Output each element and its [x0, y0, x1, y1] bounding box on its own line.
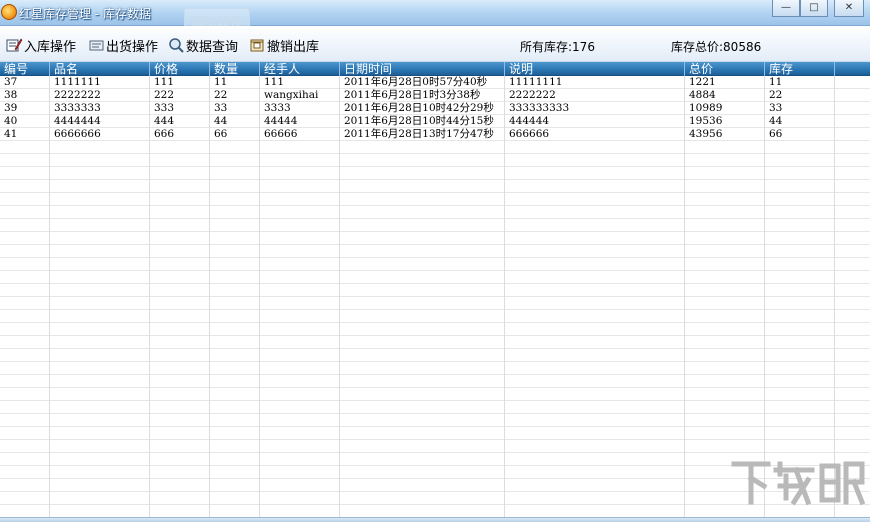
cell-id: 39: [4, 102, 18, 114]
cell-price: 444: [154, 115, 175, 127]
stock-in-icon: [6, 37, 23, 53]
app-logo-icon: [1, 4, 17, 20]
status-strip: [0, 517, 870, 522]
column-header-quantity[interactable]: 数量: [210, 62, 260, 76]
minimize-button[interactable]: —: [772, 0, 800, 17]
cell-handler: 66666: [264, 128, 298, 140]
cell-total-price: 1221: [689, 76, 716, 88]
cell-id: 38: [4, 89, 18, 101]
table-row[interactable]: 37 1111111 111 11 111 2011年6月28日0时57分40秒 11111…: [0, 76, 870, 89]
column-header-stock[interactable]: 库存: [765, 62, 835, 76]
restore-button[interactable]: □: [800, 0, 828, 17]
data-query-button[interactable]: 数据查询: [168, 35, 238, 55]
cell-quantity: 66: [214, 128, 228, 140]
undo-outbound-icon: [249, 37, 266, 53]
cell-handler: 44444: [264, 115, 298, 127]
column-header-id[interactable]: 编号: [0, 62, 50, 76]
cell-quantity: 33: [214, 102, 228, 114]
data-query-label: 数据查询: [186, 39, 239, 55]
toolbar: 入库操作 出货操作 数据查询 撤销出库 所有库存:176 库存总价:80586: [0, 26, 870, 62]
cell-id: 40: [4, 115, 18, 127]
cell-description: 333333333: [509, 102, 570, 114]
cell-total-price: 19536: [689, 115, 723, 127]
ship-out-icon: [88, 37, 105, 53]
table-row[interactable]: 41 6666666 666 66 66666 2011年6月28日13时17分47秒 66…: [0, 128, 870, 141]
cell-stock: 66: [769, 128, 783, 140]
cell-description: 666666: [509, 128, 550, 140]
cell-handler: 3333: [264, 102, 291, 114]
cell-product-name: 3333333: [54, 102, 101, 114]
cell-stock: 11: [769, 76, 783, 88]
cell-product-name: 1111111: [54, 76, 101, 88]
stock-in-button[interactable]: 入库操作: [6, 35, 76, 55]
cell-total-price: 4884: [689, 89, 716, 101]
cell-price: 222: [154, 89, 175, 101]
cell-datetime: 2011年6月28日10时42分29秒: [344, 102, 494, 114]
cell-total-price: 10989: [689, 102, 723, 114]
cell-price: 666: [154, 128, 175, 140]
column-header-total-price[interactable]: 总价: [685, 62, 765, 76]
ship-out-label: 出货操作: [106, 39, 159, 55]
inventory-grid[interactable]: 编号 品名 价格 数量 经手人 日期时间 说明 总价 库存 37 1111111 1…: [0, 62, 870, 517]
undo-outbound-button[interactable]: 撤销出库: [249, 35, 319, 55]
ship-out-button[interactable]: 出货操作: [88, 35, 158, 55]
cell-stock: 44: [769, 115, 783, 127]
window-title: 红星库存管理 - 库存数据: [19, 7, 151, 21]
cell-description: 2222222: [509, 89, 556, 101]
cell-description: 11111111: [509, 76, 563, 88]
total-value-text: 库存总价:80586: [671, 40, 762, 54]
total-stock-text: 所有库存:176: [520, 40, 595, 54]
title-bar: 红星库存管理 - 库存数据 添加软件 — □ ✕: [0, 0, 870, 31]
cell-id: 41: [4, 128, 18, 140]
cell-product-name: 4444444: [54, 115, 101, 127]
cell-id: 37: [4, 76, 18, 88]
column-header-price[interactable]: 价格: [150, 62, 210, 76]
undo-outbound-label: 撤销出库: [267, 39, 320, 55]
table-row[interactable]: 38 2222222 222 22 wangxihai 2011年6月28日1时3分38秒…: [0, 89, 870, 102]
cell-product-name: 6666666: [54, 128, 101, 140]
cell-datetime: 2011年6月28日1时3分38秒: [344, 89, 481, 101]
table-row[interactable]: 39 3333333 333 33 3333 2011年6月28日10时42分29秒 333…: [0, 102, 870, 115]
stock-in-label: 入库操作: [24, 39, 77, 55]
cell-price: 111: [154, 76, 175, 88]
cell-quantity: 44: [214, 115, 228, 127]
cell-quantity: 22: [214, 89, 228, 101]
cell-datetime: 2011年6月28日0时57分40秒: [344, 76, 488, 88]
table-row[interactable]: 40 4444444 444 44 44444 2011年6月28日10时44分15秒 44…: [0, 115, 870, 128]
cell-handler: 111: [264, 76, 285, 88]
table-header: 编号 品名 价格 数量 经手人 日期时间 说明 总价 库存: [0, 62, 870, 76]
cell-product-name: 2222222: [54, 89, 101, 101]
cell-handler: wangxihai: [264, 89, 319, 101]
column-header-datetime[interactable]: 日期时间: [340, 62, 505, 76]
search-icon: [168, 37, 185, 53]
cell-datetime: 2011年6月28日10时44分15秒: [344, 115, 494, 127]
close-button[interactable]: ✕: [834, 0, 864, 17]
column-header-handler[interactable]: 经手人: [260, 62, 340, 76]
column-header-filler: [835, 62, 870, 76]
column-header-product-name[interactable]: 品名: [50, 62, 150, 76]
cell-stock: 22: [769, 89, 783, 101]
cell-description: 444444: [509, 115, 550, 127]
column-header-description[interactable]: 说明: [505, 62, 685, 76]
cell-stock: 33: [769, 102, 783, 114]
cell-datetime: 2011年6月28日13时17分47秒: [344, 128, 494, 140]
cell-quantity: 11: [214, 76, 228, 88]
cell-total-price: 43956: [689, 128, 723, 140]
cell-price: 333: [154, 102, 175, 114]
